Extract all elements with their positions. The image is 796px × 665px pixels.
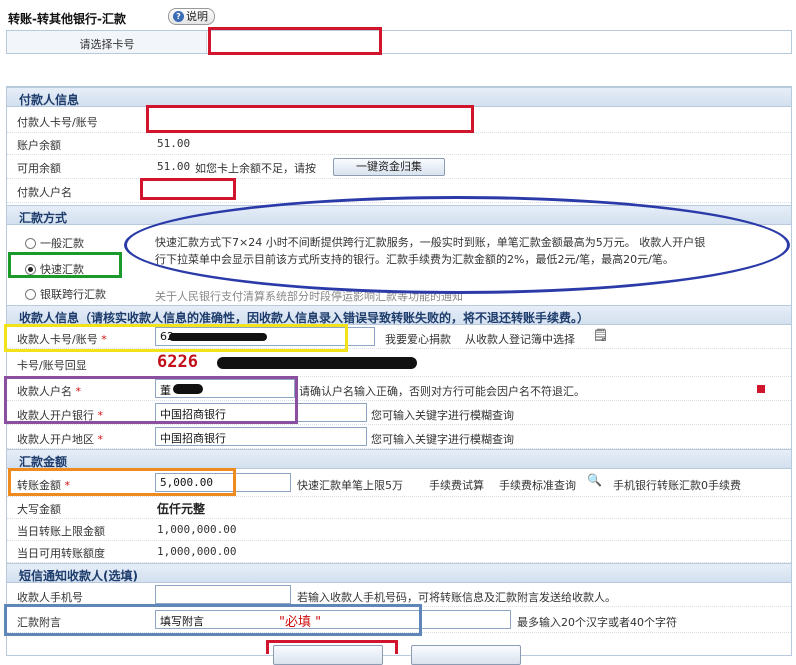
payee-card-label: 收款人卡号/账号 * [17,333,107,346]
amount-label: 转账金额 * [17,479,70,492]
balance-label: 账户余额 [17,139,61,152]
available-row: 可用余额 51.00 如您卡上余额不足，请按 一键资金归集 [7,155,791,179]
donate-link[interactable]: 我要爱心捐款 [385,331,451,347]
payer-card-row: 付款人卡号/账号 [7,107,791,133]
radio-dot [25,237,36,249]
radio-unionpay-remit[interactable]: 银联跨行汇款 [25,286,106,302]
payer-name-row: 付款人户名 [7,179,791,203]
select-card-label: 请选择卡号 [79,38,135,51]
payee-name-hint: 请确认户名输入正确，否则对方行可能会因户名不符退汇。 [299,385,585,398]
radio-fast-remit[interactable]: 快速汇款 [25,261,84,277]
memo-label: 汇款附言 [17,616,61,629]
unionpay-notice-link[interactable]: 关于人民银行支付清算系统部分时段停运影响汇款等功能的通知 [155,288,463,304]
payee-region-label: 收款人开户地区 * [17,433,103,446]
limit-note: 快速汇款单笔上限5万 [297,479,403,492]
payee-bank-row: 收款人开户银行 * 中国招商银行 您可输入关键字进行模糊查询 [7,401,791,425]
echo-value: 6226 [157,352,198,372]
amount-section-header: 汇款金额 [7,449,791,469]
mobile-note: 手机银行转账汇款0手续费 [613,479,741,492]
payee-section-header: 收款人信息（请核实收款人信息的准确性，因收款人信息录入错误导致转账失败的，将不退… [7,305,791,325]
payee-region-hint: 您可输入关键字进行模糊查询 [371,433,514,446]
payee-bank-input[interactable]: 中国招商银行 [155,403,367,422]
payee-bank-label: 收款人开户银行 * [17,409,103,422]
daily-limit-row: 当日转账上限金额 1,000,000.00 [7,519,791,541]
daily-available-label: 当日可用转账额度 [17,547,105,560]
search-icon[interactable]: 🔍 [587,473,602,487]
redaction [217,357,417,369]
memo-hint: 最多输入20个汉字或者40个字符 [517,616,677,629]
radio-dot [25,288,36,300]
redaction [173,384,203,394]
confirm-button[interactable] [273,645,383,665]
select-from-book-link[interactable]: 从收款人登记簿中选择 [465,331,575,347]
payer-card-label: 付款人卡号/账号 [17,116,98,129]
available-value: 51.00 [157,160,191,173]
daily-limit-value: 1,000,000.00 [157,523,237,536]
echo-row: 卡号/账号回显 6226 [7,349,791,377]
fund-collect-button[interactable]: 一键资金归集 [333,158,445,176]
available-label: 可用余额 [17,162,61,175]
payee-bank-hint: 您可输入关键字进行模糊查询 [371,409,514,422]
payee-name-label: 收款人户名 * [17,385,81,398]
reset-button[interactable] [411,645,521,665]
redaction [169,333,267,341]
method-section-header: 汇款方式 [7,205,791,225]
daily-available-value: 1,000,000.00 [157,545,237,558]
insufficient-note: 如您卡上余额不足，请按 [195,162,316,175]
daily-limit-label: 当日转账上限金额 [17,525,105,538]
error-marker [757,385,765,393]
memo-input[interactable]: 填写附言 [155,610,511,629]
memo-row: 汇款附言 填写附言 "必填 " 最多输入20个汉字或者40个字符 [7,607,791,633]
radio-normal-remit[interactable]: 一般汇款 [25,235,84,251]
radio-dot-selected [25,263,36,275]
uppercase-row: 大写金额 伍仟元整 [7,497,791,519]
payer-name-label: 付款人户名 [17,186,72,199]
amount-input[interactable]: 5,000.00 [155,473,291,492]
phone-input[interactable] [155,585,291,604]
payee-region-input[interactable]: 中国招商银行 [155,427,367,446]
phone-row: 收款人手机号 若输入收款人手机号码，可将转账信息及汇款附言发送给收款人。 [7,583,791,607]
fee-trial-link[interactable]: 手续费试算 [429,477,484,493]
help-button[interactable]: ? 说明 [168,8,215,25]
uppercase-label: 大写金额 [17,503,61,516]
help-label: 说明 [186,10,208,23]
payer-section-header: 付款人信息 [7,87,791,107]
sms-section-header: 短信通知收款人(选填) [7,563,791,583]
fast-remit-description: 快速汇款方式下7×24 小时不间断提供跨行汇款服务，一般实时到账，单笔汇款金额最… [155,236,706,266]
page-title: 转账-转其他银行-汇款 [8,12,126,26]
payee-card-row: 收款人卡号/账号 * 62 我要爱心捐款 从收款人登记簿中选择 🗒 [7,325,791,349]
payee-region-row: 收款人开户地区 * 中国招商银行 您可输入关键字进行模糊查询 [7,425,791,449]
daily-available-row: 当日可用转账额度 1,000,000.00 [7,541,791,563]
uppercase-value: 伍仟元整 [157,502,206,516]
phone-label: 收款人手机号 [17,591,83,604]
help-icon: ? [173,11,184,22]
balance-value: 51.00 [157,137,191,150]
fee-standard-link[interactable]: 手续费标准查询 [499,477,576,493]
amount-row: 转账金额 * 5,000.00 快速汇款单笔上限5万 手续费试算 手续费标准查询… [7,469,791,497]
echo-label: 卡号/账号回显 [17,359,87,372]
transfer-form: 付款人信息 付款人卡号/账号 账户余额 51.00 可用余额 51.00 如您卡… [6,86,792,665]
memo-required-note: "必填 " [279,615,322,630]
address-book-icon[interactable]: 🗒 [593,328,608,342]
payee-name-row: 收款人户名 * 董 请确认户名输入正确，否则对方行可能会因户名不符退汇。 [7,377,791,401]
balance-row: 账户余额 51.00 [7,133,791,155]
select-card-row: 请选择卡号 [6,30,792,54]
phone-hint: 若输入收款人手机号码，可将转账信息及汇款附言发送给收款人。 [297,591,616,604]
